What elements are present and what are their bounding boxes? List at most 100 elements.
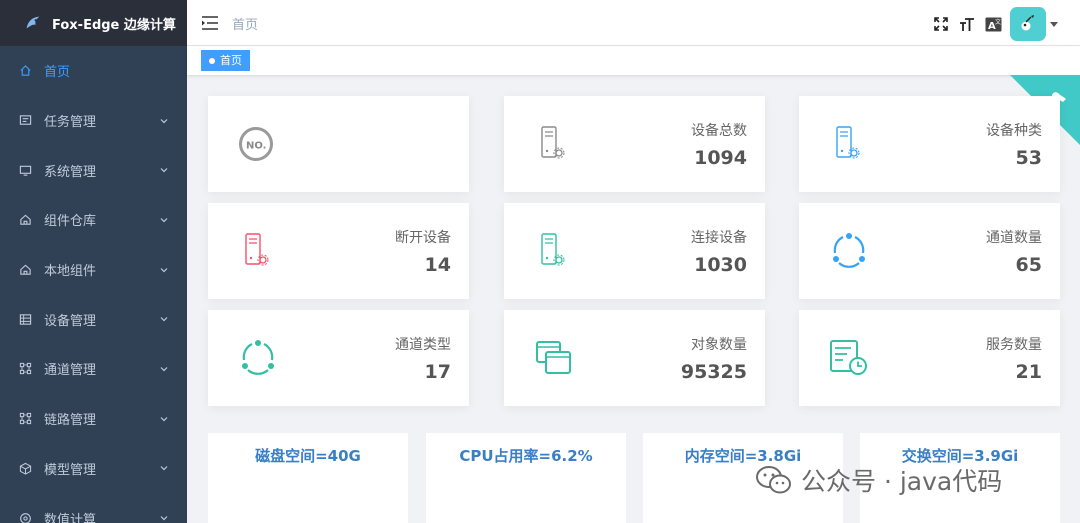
sidebar-item-models[interactable]: 模型管理	[0, 444, 187, 494]
breadcrumb[interactable]: 首页	[232, 14, 258, 33]
server-gear-icon	[541, 126, 565, 159]
card-label: 通道数量	[986, 230, 1042, 246]
calendar-clock-icon	[830, 340, 867, 375]
sidebar-item-label: 通道管理	[44, 363, 97, 379]
sidebar-item-calculation[interactable]: 数值计算	[0, 493, 187, 523]
card-value: 21	[1015, 361, 1042, 383]
chevron-down-icon	[160, 267, 168, 272]
chevron-down-icon[interactable]	[1050, 21, 1058, 27]
card-channel-types[interactable]: 通道类型 17	[208, 310, 469, 406]
sidebar-item-label: 任务管理	[44, 115, 97, 131]
sidebar-item-label: 组件仓库	[44, 214, 97, 230]
stat-text: CPU占用率=6.2%	[459, 447, 593, 465]
card-label: 连接设备	[691, 230, 747, 246]
sidebar-item-label: 系统管理	[44, 164, 97, 180]
card-value: 53	[1015, 147, 1042, 169]
avatar[interactable]	[1010, 7, 1046, 41]
copy-icon	[536, 341, 571, 374]
card-value: 65	[1015, 254, 1042, 276]
card-no[interactable]: NO.	[208, 96, 469, 192]
card-label: 通道类型	[395, 337, 451, 353]
svg-text:NO.: NO.	[246, 141, 266, 152]
card-disconnected-devices[interactable]: 断开设备 14	[208, 203, 469, 299]
monitor-icon	[18, 163, 32, 177]
house-icon	[18, 263, 32, 277]
chevron-down-icon	[160, 317, 168, 322]
sidebar-item-devices[interactable]: 设备管理	[0, 294, 187, 344]
card-device-total[interactable]: 设备总数 1094	[504, 96, 765, 192]
app-logo-bar[interactable]: Fox-Edge 边缘计算	[0, 0, 187, 46]
stat-text: 磁盘空间=40G	[255, 447, 361, 465]
cycle-icon	[242, 340, 274, 375]
sidebar-item-channels[interactable]: 通道管理	[0, 344, 187, 394]
chevron-down-icon	[160, 516, 168, 521]
card-connected-devices[interactable]: 连接设备 1030	[504, 203, 765, 299]
home-icon	[18, 64, 32, 78]
active-dot-icon	[209, 57, 215, 64]
card-label: 服务数量	[986, 337, 1042, 353]
tag-home[interactable]: 首页	[201, 50, 250, 71]
sidebar-item-label: 首页	[44, 65, 71, 81]
watermark: 公众号 · java代码	[755, 462, 1002, 498]
card-channel-count[interactable]: 通道数量 65	[799, 203, 1060, 299]
cube-icon	[18, 461, 32, 475]
navbar: 首页 A文	[187, 0, 1080, 46]
card-object-count[interactable]: 对象数量 95325	[504, 310, 765, 406]
sidebar-item-home[interactable]: 首页	[0, 46, 187, 96]
sidebar-item-label: 模型管理	[44, 462, 97, 478]
grid-icon	[18, 312, 32, 326]
card-value: 14	[424, 254, 451, 276]
sidebar: Fox-Edge 边缘计算 首页 任务管理 系统管理 组件仓库 本地组件 设备管…	[0, 0, 187, 523]
font-size-icon[interactable]	[958, 15, 976, 33]
watermark-text: 公众号 · java代码	[801, 467, 1003, 496]
chevron-down-icon	[160, 367, 168, 372]
stat-disk: 磁盘空间=40G	[208, 433, 408, 523]
avatar-image	[1021, 15, 1034, 31]
card-value: 1030	[694, 254, 747, 276]
cycle-icon	[833, 233, 865, 268]
network-icon	[18, 362, 32, 376]
sidebar-item-label: 设备管理	[44, 313, 97, 329]
hamburger-icon[interactable]	[201, 15, 219, 31]
card-label: 设备种类	[986, 123, 1042, 139]
card-value: 17	[424, 361, 451, 383]
network-icon	[18, 412, 32, 426]
server-gear-icon	[836, 126, 860, 159]
chevron-down-icon	[160, 466, 168, 471]
tags-view: 首页	[187, 46, 1080, 75]
sidebar-item-tasks[interactable]: 任务管理	[0, 96, 187, 146]
no-badge-icon: NO.	[239, 127, 273, 161]
card-label: 断开设备	[395, 230, 451, 246]
card-device-types[interactable]: 设备种类 53	[799, 96, 1060, 192]
card-value: 1094	[694, 147, 747, 169]
language-icon[interactable]: A文	[984, 15, 1002, 33]
chevron-down-icon	[160, 168, 168, 173]
sidebar-item-component-repo[interactable]: 组件仓库	[0, 195, 187, 245]
sidebar-menu: 首页 任务管理 系统管理 组件仓库 本地组件 设备管理 通道管理 链路管理 模型…	[0, 46, 187, 523]
stat-cpu: CPU占用率=6.2%	[426, 433, 626, 523]
card-label: 设备总数	[691, 123, 747, 139]
circle-icon	[18, 511, 32, 523]
server-gear-icon	[245, 233, 269, 266]
card-label: 对象数量	[691, 337, 747, 353]
task-icon	[18, 114, 32, 128]
card-value: 95325	[680, 361, 747, 383]
sidebar-item-system[interactable]: 系统管理	[0, 145, 187, 195]
chevron-down-icon	[160, 416, 168, 422]
house-icon	[18, 213, 32, 227]
navbar-tools: A文	[924, 7, 1058, 41]
sidebar-item-label: 链路管理	[44, 413, 97, 429]
sidebar-item-label: 本地组件	[44, 264, 97, 280]
sidebar-item-local-components[interactable]: 本地组件	[0, 245, 187, 295]
sidebar-item-links[interactable]: 链路管理	[0, 394, 187, 444]
sidebar-item-label: 数值计算	[44, 512, 97, 523]
chevron-down-icon	[160, 118, 168, 123]
server-gear-icon	[541, 233, 565, 266]
wechat-icon	[756, 466, 791, 494]
fullscreen-icon[interactable]	[932, 15, 950, 33]
app-title: Fox-Edge 边缘计算	[52, 17, 176, 33]
card-service-count[interactable]: 服务数量 21	[799, 310, 1060, 406]
logo-icon	[26, 16, 40, 29]
chevron-down-icon	[160, 217, 168, 223]
tag-label: 首页	[220, 54, 242, 67]
